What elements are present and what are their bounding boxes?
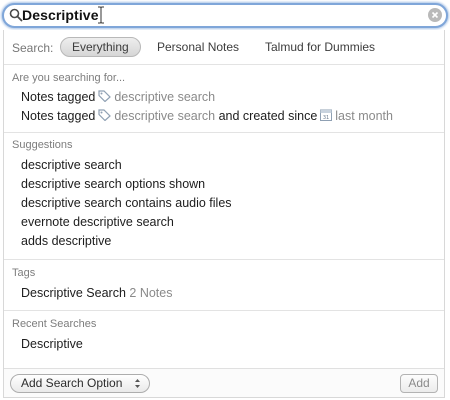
search-input[interactable]: Descriptive <box>22 7 99 23</box>
tag-icon <box>98 109 112 121</box>
searching-for-heading: Are you searching for... <box>12 72 126 84</box>
item-tag: descriptive search <box>114 90 216 104</box>
scope-option-talmud-for-dummies[interactable]: Talmud for Dummies <box>254 37 386 57</box>
divider <box>4 310 444 311</box>
search-icon <box>9 8 23 22</box>
suggestions-heading: Suggestions <box>12 139 73 151</box>
search-popup-window: Descriptive Search: Everything Personal … <box>0 0 450 400</box>
divider <box>4 259 444 260</box>
add-search-option-label: Add Search Option <box>21 376 123 390</box>
item-prefix: Notes tagged <box>21 90 96 104</box>
scope-option-personal-notes[interactable]: Personal Notes <box>146 37 250 57</box>
clear-search-icon[interactable] <box>428 8 442 22</box>
tag-icon <box>98 90 112 102</box>
divider <box>4 64 444 65</box>
divider <box>4 132 444 133</box>
item-prefix: Notes tagged <box>21 109 96 123</box>
panel-footer: Add Search Option Add <box>4 368 444 397</box>
search-field[interactable]: Descriptive <box>2 3 448 28</box>
scope-label: Search: <box>12 41 54 55</box>
add-search-option-popup[interactable]: Add Search Option <box>10 374 150 393</box>
tag-count: 2 Notes <box>129 286 173 300</box>
search-scope-bar: Search: Everything Personal Notes Talmud… <box>4 36 444 60</box>
suggestion-item[interactable]: descriptive search contains audio files <box>21 196 232 210</box>
suggestion-item[interactable]: descriptive search options shown <box>21 177 205 191</box>
searching-for-item[interactable]: Notes tagged descriptive search <box>21 90 215 104</box>
text-cursor-icon <box>98 6 104 24</box>
suggestion-item[interactable]: adds descriptive <box>21 234 111 248</box>
item-tag: descriptive search <box>114 109 216 123</box>
searching-for-item[interactable]: Notes tagged descriptive search and creat… <box>21 109 393 123</box>
search-dropdown-panel: Search: Everything Personal Notes Talmud… <box>3 30 445 398</box>
tag-result-item[interactable]: Descriptive Search 2 Notes <box>21 286 172 300</box>
item-middle: and created since <box>218 109 318 123</box>
add-button[interactable]: Add <box>400 374 438 393</box>
scope-option-everything[interactable]: Everything <box>60 37 141 57</box>
recent-search-item[interactable]: Descriptive <box>21 337 83 351</box>
item-date: last month <box>335 109 393 123</box>
svg-text:31: 31 <box>323 115 329 121</box>
stepper-icon <box>135 379 140 388</box>
tags-heading: Tags <box>12 267 36 279</box>
calendar-icon: 31 <box>320 109 333 121</box>
recent-searches-heading: Recent Searches <box>12 318 97 330</box>
suggestion-item[interactable]: descriptive search <box>21 158 122 172</box>
tag-name: Descriptive Search <box>21 286 126 300</box>
suggestion-item[interactable]: evernote descriptive search <box>21 215 174 229</box>
